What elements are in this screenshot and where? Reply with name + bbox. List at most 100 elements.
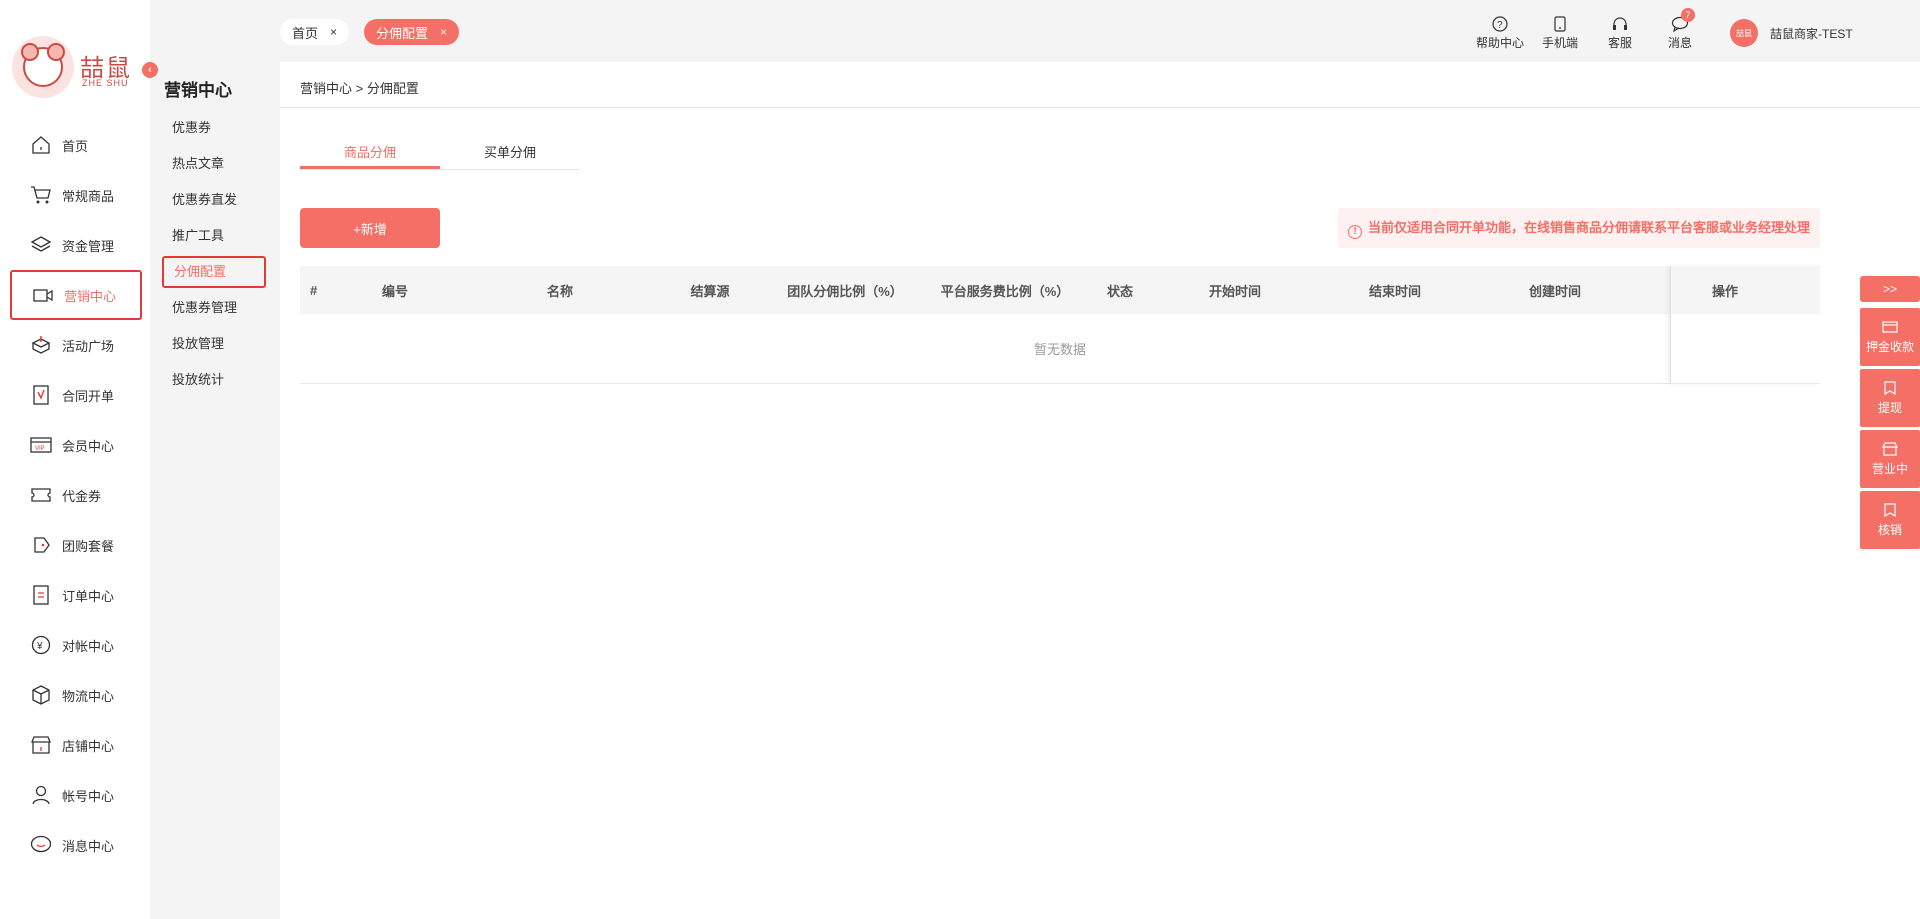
column-header: 团队分佣比例（%） [787, 283, 903, 299]
nav-item-store[interactable]: 店铺中心 [10, 720, 142, 770]
tab-home[interactable]: 首页 × [280, 19, 350, 45]
table-header: # 编号 名称 结算源 团队分佣比例（%） 平台服务费比例（%） 状态 开始时间… [300, 266, 1820, 314]
nav-label: 对帐中心 [62, 638, 115, 654]
column-header: 开始时间 [1208, 283, 1261, 299]
package-icon [30, 684, 52, 706]
divider [280, 107, 1920, 108]
nav-label: 会员中心 [62, 438, 115, 454]
submenu-item-coupon-manage[interactable]: 优惠券管理 [162, 290, 266, 326]
deposit-collection-label: 押金收款 [1865, 340, 1914, 354]
main-content: 营销中心 > 分佣配置 商品分佣 买单分佣 +新增 ! 当前仅适用合同开单功能，在… [280, 62, 1920, 919]
card-icon [1860, 320, 1920, 338]
submenu-item-promo-tools[interactable]: 推广工具 [162, 218, 266, 254]
cart-icon [30, 184, 52, 206]
user-icon [30, 784, 52, 806]
verify-button[interactable]: 核销 [1860, 491, 1920, 549]
nav-label: 首页 [62, 138, 89, 154]
nav-item-contract[interactable]: 合同开单 [10, 370, 142, 420]
breadcrumb: 营销中心 > 分佣配置 [300, 78, 419, 97]
svg-text:VIP: VIP [35, 446, 45, 452]
close-icon[interactable]: × [440, 25, 447, 39]
submenu-item-ad-manage[interactable]: 投放管理 [162, 326, 266, 362]
nav-item-marketing[interactable]: 营销中心 [10, 270, 142, 320]
open-status-button[interactable]: 营业中 [1860, 430, 1920, 488]
camera-icon [32, 284, 54, 306]
submenu-item-coupon[interactable]: 优惠券 [162, 110, 266, 146]
column-header: 名称 [546, 283, 573, 299]
nav-item-reconcile[interactable]: ¥ 对帐中心 [10, 620, 142, 670]
user-name: 喆鼠商家-TEST [1770, 26, 1853, 41]
tab-bill-commission[interactable]: 买单分佣 [440, 140, 580, 169]
order-icon [30, 584, 52, 606]
avatar: 喆鼠 [1730, 19, 1758, 47]
submenu-item-ad-stats[interactable]: 投放统计 [162, 362, 266, 398]
deposit-collection-button[interactable]: 押金收款 [1860, 308, 1920, 366]
nav-label: 团购套餐 [62, 538, 115, 554]
store-icon [30, 734, 52, 756]
nav-item-account[interactable]: 帐号中心 [10, 770, 142, 820]
page-tabs: 商品分佣 买单分佣 [300, 140, 580, 170]
nav-item-funds[interactable]: 资金管理 [10, 220, 142, 270]
nav-label: 订单中心 [62, 588, 115, 604]
submenu-list: 优惠券 热点文章 优惠券直发 推广工具 分佣配置 优惠券管理 投放管理 投放统计 [162, 110, 266, 398]
close-icon[interactable]: × [330, 25, 337, 39]
nav-item-groupbuy[interactable]: 团购套餐 [10, 520, 142, 570]
logo-subtext: ZHE SHU [82, 78, 129, 88]
contract-icon [30, 384, 52, 406]
box-upload-icon [30, 334, 52, 356]
messages-label: 消息 [1667, 36, 1692, 50]
column-header: 结算源 [690, 283, 730, 299]
tab-product-commission[interactable]: 商品分佣 [300, 140, 440, 169]
nav-item-products[interactable]: 常规商品 [10, 170, 142, 220]
breadcrumb-parent[interactable]: 营销中心 [300, 81, 352, 96]
submenu-panel: 营销中心 优惠券 热点文章 优惠券直发 推广工具 分佣配置 优惠券管理 投放管理… [150, 0, 280, 919]
nav-label: 常规商品 [62, 188, 115, 204]
submenu-item-articles[interactable]: 热点文章 [162, 146, 266, 182]
add-button[interactable]: +新增 [300, 208, 440, 248]
commission-table: # 编号 名称 结算源 团队分佣比例（%） 平台服务费比例（%） 状态 开始时间… [300, 266, 1820, 384]
open-status-label: 营业中 [1871, 462, 1908, 476]
mobile-button[interactable]: 手机端 [1533, 14, 1587, 51]
nav-label: 合同开单 [62, 388, 115, 404]
vip-card-icon: VIP [30, 434, 52, 456]
help-center-button[interactable]: ? 帮助中心 [1473, 14, 1527, 51]
nav-label: 帐号中心 [62, 788, 115, 804]
user-menu[interactable]: 喆鼠 喆鼠商家-TEST [1730, 19, 1853, 47]
logo: 喆鼠 ZHE SHU [12, 36, 132, 104]
column-header: 状态 [1106, 283, 1133, 299]
column-header: 编号 [381, 283, 408, 299]
nav-label: 店铺中心 [62, 738, 115, 754]
nav-label: 消息中心 [62, 838, 115, 854]
voucher-icon [30, 484, 52, 506]
submenu-item-commission[interactable]: 分佣配置 [162, 256, 266, 288]
messages-button[interactable]: 7 消息 [1653, 8, 1707, 51]
nav-item-activities[interactable]: 活动广场 [10, 320, 142, 370]
customer-service-button[interactable]: 客服 [1593, 14, 1647, 51]
notice-text: 当前仅适用合同开单功能，在线销售商品分佣请联系平台客服或业务经理处理 [1367, 220, 1810, 235]
sidebar-collapse-button[interactable]: ‹ [142, 62, 158, 78]
verify-label: 核销 [1877, 523, 1902, 537]
nav-item-voucher[interactable]: 代金券 [10, 470, 142, 520]
notice-banner: ! 当前仅适用合同开单功能，在线销售商品分佣请联系平台客服或业务经理处理 [1337, 208, 1820, 248]
column-header: 平台服务费比例（%） [940, 283, 1070, 299]
main-sidebar: 喆鼠 ZHE SHU 首页 常规商品 资金管理 营销中心 活动广场 合同开单 V… [0, 0, 150, 919]
column-header: 操作 [1711, 283, 1738, 299]
nav-item-members[interactable]: VIP 会员中心 [10, 420, 142, 470]
tab-label: 首页 [292, 25, 319, 41]
yen-icon: ¥ [30, 634, 52, 656]
expand-toggle-button[interactable]: >> [1860, 276, 1920, 302]
submenu-item-coupon-direct[interactable]: 优惠券直发 [162, 182, 266, 218]
nav-item-home[interactable]: 首页 [10, 120, 142, 170]
nav-item-logistics[interactable]: 物流中心 [10, 670, 142, 720]
layers-icon [30, 234, 52, 256]
withdraw-button[interactable]: 提现 [1860, 369, 1920, 427]
message-icon [30, 834, 52, 856]
tab-commission[interactable]: 分佣配置 × [364, 19, 460, 45]
nav-label: 代金券 [62, 488, 102, 504]
nav-item-orders[interactable]: 订单中心 [10, 570, 142, 620]
column-header: 结束时间 [1368, 283, 1421, 299]
bookmark-icon [1860, 381, 1920, 399]
empty-state: 暂无数据 [300, 314, 1820, 384]
nav-item-messages[interactable]: 消息中心 [10, 820, 142, 870]
nav-label: 营销中心 [64, 288, 117, 304]
